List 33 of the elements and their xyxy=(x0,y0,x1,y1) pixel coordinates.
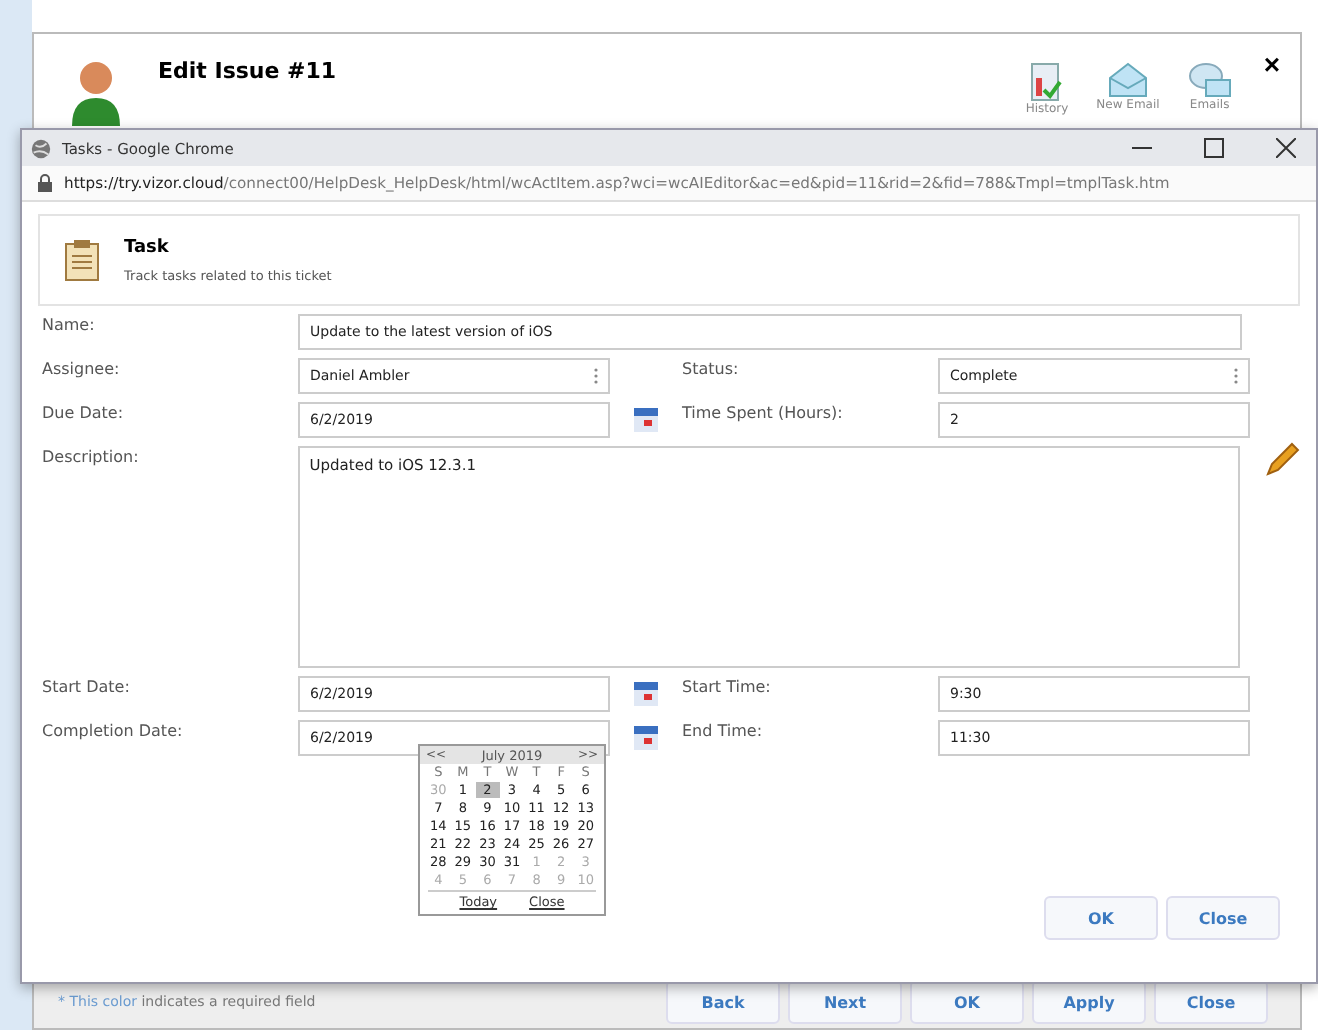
close-button[interactable]: × xyxy=(1263,50,1280,78)
maximize-icon[interactable] xyxy=(1204,138,1224,158)
dialog-button[interactable]: OK xyxy=(910,980,1024,1024)
chat-bubbles-icon xyxy=(1187,62,1232,98)
globe-icon xyxy=(30,137,52,159)
field-label: Completion Date: xyxy=(42,720,185,740)
pencil-icon[interactable] xyxy=(1264,442,1300,478)
dialog-button[interactable]: Close xyxy=(1154,980,1268,1024)
field-label: Name: xyxy=(42,314,97,334)
calendar-icon[interactable] xyxy=(634,726,658,750)
field-label: End Time: xyxy=(682,720,765,740)
dialog-title: Edit Issue #11 xyxy=(158,58,339,84)
field-label: Description: xyxy=(42,446,141,466)
clipboard-icon xyxy=(64,238,100,282)
field-label: Due Date: xyxy=(42,402,126,422)
panel-title: Task xyxy=(124,237,171,257)
dialog-button[interactable]: Back xyxy=(666,980,780,1024)
field-label: Start Date: xyxy=(42,676,132,696)
calendar-icon[interactable] xyxy=(634,408,658,432)
dialog-button[interactable]: Next xyxy=(788,980,902,1024)
field-label: Start Time: xyxy=(682,676,773,696)
field-label: Assignee: xyxy=(42,358,122,378)
person-icon xyxy=(70,58,122,126)
document-icon xyxy=(1028,62,1065,102)
dialog-button[interactable]: Apply xyxy=(1032,980,1146,1024)
envelope-icon xyxy=(1107,62,1148,98)
dialog-button[interactable]: Close xyxy=(1166,896,1280,940)
field-label: Status: xyxy=(682,358,741,378)
dialog-button[interactable]: OK xyxy=(1044,896,1158,940)
field-label: Time Spent (Hours): xyxy=(682,402,845,422)
calendar-icon[interactable] xyxy=(634,682,658,706)
lock-icon xyxy=(38,174,52,192)
close-icon[interactable] xyxy=(1276,138,1296,158)
